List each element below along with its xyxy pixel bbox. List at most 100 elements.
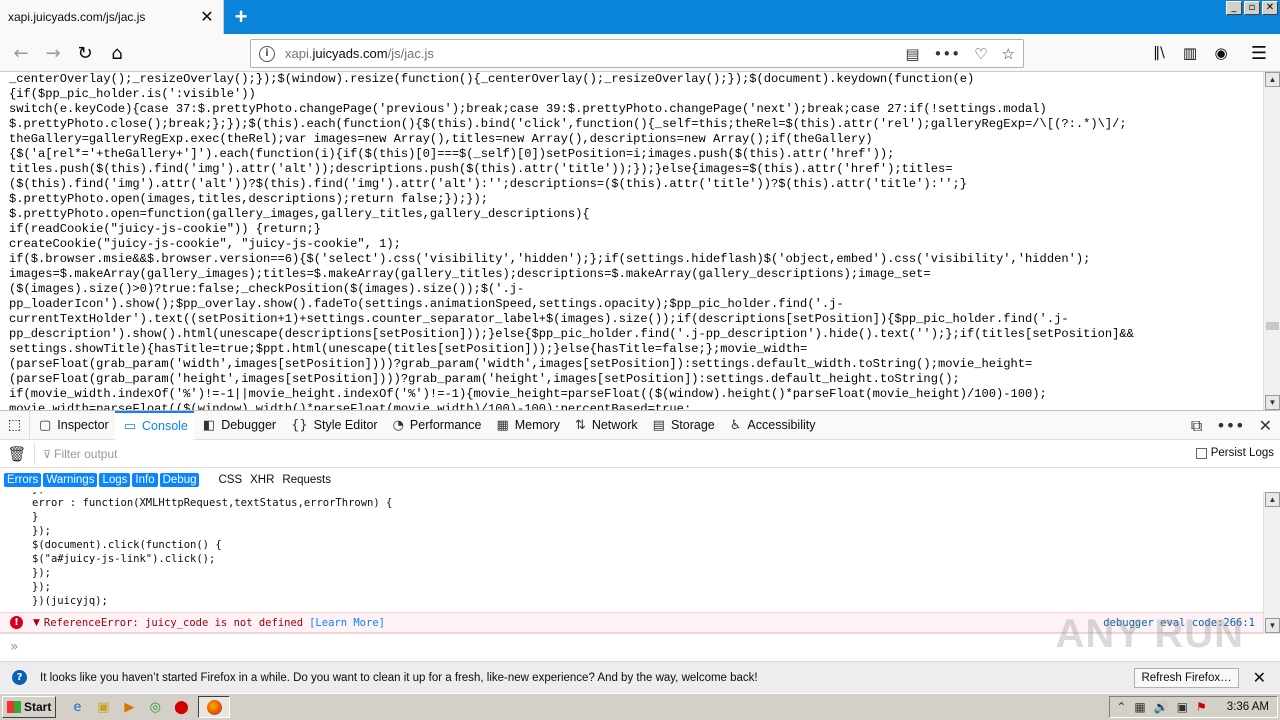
debugger-icon: ◧ [202,417,216,433]
pocket-icon[interactable]: ♡ [974,45,987,63]
console-scroll-up-icon[interactable]: ▲ [1265,492,1280,507]
opera-icon[interactable]: ⬤ [172,698,190,716]
notification-text: It looks like you haven’t started Firefo… [40,671,758,684]
filter-placeholder: Filter output [54,446,118,461]
console-code-line: }); [32,567,51,579]
forward-button[interactable]: → [38,38,68,68]
volume-icon[interactable]: 🔊 [1154,700,1169,714]
display-icon[interactable]: ▣ [1177,700,1188,714]
console-scrollbar[interactable]: ▲ ▼ [1263,492,1280,633]
start-label: Start [24,700,52,714]
performance-icon: ◔ [392,417,404,433]
windows-flag-icon [7,701,21,713]
browser-tab[interactable]: xapi.juicyads.com/js/jac.js ✕ [0,0,224,34]
clear-console-icon[interactable]: 🗑 [0,445,34,463]
memory-icon: ▦ [496,417,509,433]
site-info-icon[interactable]: i [259,45,275,62]
scroll-up-icon[interactable]: ▲ [1265,72,1280,87]
account-icon[interactable]: ◉ [1206,38,1236,68]
tab-inspector[interactable]: ▢ Inspector [30,411,115,440]
content-scrollbar[interactable]: ▲ ▼ [1263,72,1280,410]
url-text[interactable]: xapi.juicyads.com/js/jac.js [285,46,905,61]
network-icon[interactable]: ▦ [1134,700,1145,714]
tab-memory[interactable]: ▦ Memory [487,411,565,440]
console-code-line: $("a#juicy-js-link").click(); [32,553,216,565]
filter-warnings[interactable]: Warnings [43,473,98,487]
window-controls: _ ▫ ✕ [1226,1,1278,15]
new-tab-button[interactable]: + [226,2,256,32]
navigation-bar: ← → ↻ ⌂ i xapi.juicyads.com/js/jac.js ▤ … [0,34,1280,72]
source-line: {$('a[rel*='+theGallery+']').each(functi… [9,147,895,161]
tab-style-editor[interactable]: {} Style Editor [282,411,383,440]
filter-logs[interactable]: Logs [99,473,131,487]
filter-requests[interactable]: Requests [279,473,334,487]
firefox-taskbar-button[interactable] [198,696,231,718]
source-line: {if($pp_pic_holder.is(':visible')) [9,87,256,101]
menu-icon[interactable]: ☰ [1244,38,1274,68]
devtools-options-icon[interactable]: ••• [1216,416,1244,435]
console-code-line: })(juicyjq); [32,595,108,607]
tab-network[interactable]: ⇅ Network [566,411,644,440]
console-scroll-down-icon[interactable]: ▼ [1265,618,1280,633]
filter-debug[interactable]: Debug [159,473,200,487]
back-button[interactable]: ← [6,38,36,68]
filter-errors[interactable]: Errors [4,473,42,487]
accessibility-icon: ♿ [729,417,742,433]
devtools-close-icon[interactable]: ✕ [1259,416,1272,435]
url-domain: juicyads.com [312,46,388,61]
url-bar[interactable]: i xapi.juicyads.com/js/jac.js ▤ ••• ♡ ☆ [250,39,1024,68]
learn-more-link[interactable]: [Learn More] [309,617,385,629]
expand-arrow-icon[interactable]: ▼ [33,618,40,628]
tab-label: Storage [670,418,715,432]
ie-icon[interactable]: e [68,698,86,716]
minimize-button[interactable]: _ [1226,1,1242,15]
clock: 3:36 AM [1226,701,1269,713]
tab-debugger[interactable]: ◧ Debugger [194,411,282,440]
firefox-icon [206,699,222,715]
media-player-icon[interactable]: ▶ [120,698,138,716]
filter-xhr[interactable]: XHR [247,473,277,487]
scroll-down-icon[interactable]: ▼ [1265,395,1280,410]
network-icon: ⇅ [574,417,586,433]
scroll-thumb[interactable] [1266,322,1279,330]
inspector-icon: ▢ [39,417,52,433]
element-picker-icon[interactable]: ⬚ [0,410,30,440]
start-button[interactable]: Start [2,696,57,718]
close-window-button[interactable]: ✕ [1262,1,1278,15]
source-line: ($(this).find('img').attr('alt'))?$(this… [9,177,967,191]
tab-performance[interactable]: ◔ Performance [384,411,488,440]
bookmark-star-icon[interactable]: ☆ [1002,45,1015,63]
filter-output-input[interactable]: ⊽ Filter output [34,442,1280,465]
dock-icon[interactable]: ⧉ [1191,416,1202,436]
reader-view-icon[interactable]: ▤ [905,45,919,63]
source-line: $.prettyPhoto.open=function(gallery_imag… [9,207,590,221]
tab-console[interactable]: ▭ Console [114,410,194,440]
persist-logs-label: Persist Logs [1210,447,1274,459]
error-icon: ! [10,616,23,629]
persist-logs-checkbox[interactable] [1195,447,1207,459]
filter-info[interactable]: Info [132,473,158,487]
library-icon[interactable]: ‖\ [1144,38,1174,68]
console-category-filters: Errors Warnings Logs Info Debug CSS XHR Request… [0,468,1280,492]
source-line: if($.browser.msie&&$.browser.version==6)… [9,252,1091,266]
sidebar-icon[interactable]: ▥ [1175,38,1205,68]
tab-accessibility[interactable]: ♿ Accessibility [721,411,822,440]
tray-expand-icon[interactable]: ⌃ [1116,700,1126,714]
source-line: movie_width=parseFloat(($(window).width(… [9,402,692,410]
filter-css[interactable]: CSS [215,473,245,487]
reload-button[interactable]: ↻ [70,38,100,68]
style-editor-icon: {} [291,417,308,433]
storage-icon: ▤ [652,417,665,433]
home-button[interactable]: ⌂ [102,38,132,68]
notification-close-icon[interactable]: ✕ [1253,668,1266,687]
chrome-icon[interactable]: ◎ [146,698,164,716]
tab-close-icon[interactable]: ✕ [195,5,219,29]
folder-icon[interactable]: ▣ [94,698,112,716]
flag-icon[interactable]: ⚑ [1196,700,1207,714]
refresh-firefox-button[interactable]: Refresh Firefox… [1134,667,1239,688]
maximize-button[interactable]: ▫ [1244,1,1260,15]
tab-storage[interactable]: ▤ Storage [644,411,721,440]
console-code-line: }); [32,525,51,537]
persist-logs-toggle[interactable]: Persist Logs [1195,447,1274,459]
page-actions-icon[interactable]: ••• [934,45,961,63]
